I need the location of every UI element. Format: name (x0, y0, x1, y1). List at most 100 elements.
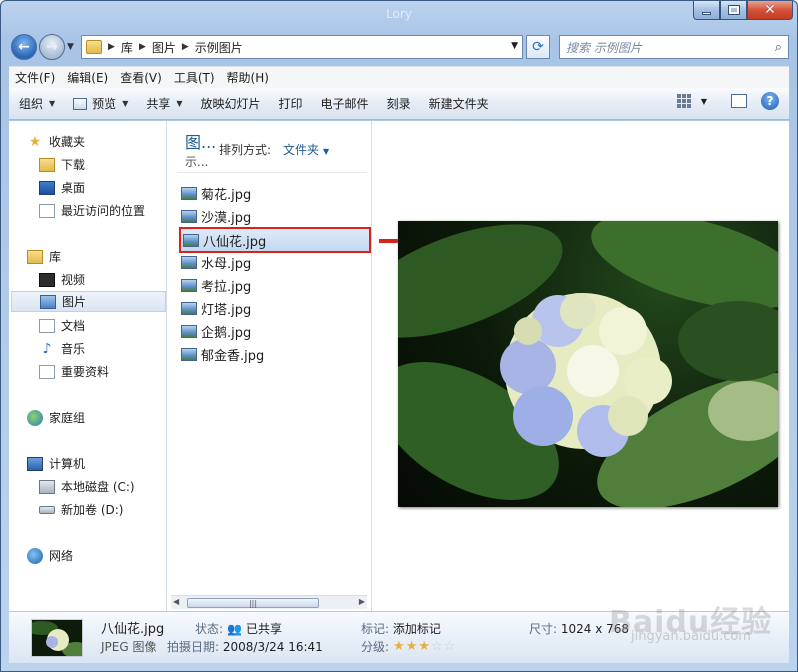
title-bar[interactable]: Lory ✕ (1, 1, 797, 27)
star-icon[interactable]: ☆ (444, 639, 457, 654)
homegroup-icon (27, 409, 43, 426)
minimize-button[interactable] (693, 1, 720, 20)
nav-music-label: 音乐 (61, 342, 86, 356)
nav-pictures[interactable]: 图片 (11, 291, 166, 312)
image-file-icon (181, 187, 197, 200)
file-item[interactable]: 企鹅.jpg (181, 321, 369, 342)
breadcrumb-pictures[interactable]: 图片 (152, 39, 176, 56)
print-button[interactable]: 打印 (270, 92, 312, 116)
breadcrumb-libraries[interactable]: 库 (121, 39, 133, 56)
file-name: 企鹅.jpg (201, 326, 252, 341)
image-file-icon (181, 256, 197, 269)
menu-bar: 文件(F) 编辑(E) 查看(V) 工具(T) 帮助(H) (9, 66, 789, 88)
help-icon[interactable]: ? (761, 92, 779, 110)
email-button[interactable]: 电子邮件 (312, 92, 378, 116)
nav-important-label: 重要资料 (61, 365, 110, 379)
documents-library-icon (39, 318, 55, 333)
file-item[interactable]: 灯塔.jpg (181, 298, 369, 319)
computer-icon (27, 456, 43, 471)
hard-drive-icon (39, 479, 55, 494)
nav-homegroup[interactable]: 家庭组 (27, 407, 184, 428)
breadcrumb-sample-pictures[interactable]: 示例图片 (195, 39, 243, 56)
star-icon: ★ (28, 133, 42, 150)
menu-help[interactable]: 帮助(H) (221, 69, 275, 86)
nav-local-disk-label: 本地磁盘 (C:) (61, 480, 135, 494)
change-view-icon[interactable] (676, 94, 693, 108)
recent-pages-dropdown[interactable]: ▼ (67, 42, 74, 52)
nav-recent-label: 最近访问的位置 (61, 204, 146, 218)
recent-places-icon (39, 203, 55, 218)
refresh-button[interactable]: ⟳ (526, 35, 550, 59)
scrollbar-thumb[interactable]: ||| (187, 598, 319, 608)
command-bar-right: ▼ ? (676, 92, 779, 110)
nav-videos-label: 视频 (61, 273, 86, 287)
address-dropdown-icon[interactable]: ▼ (511, 41, 518, 51)
slideshow-button[interactable]: 放映幻灯片 (192, 92, 270, 116)
new-folder-button[interactable]: 新建文件夹 (420, 92, 498, 116)
file-name: 水母.jpg (201, 257, 252, 272)
nav-downloads-label: 下载 (61, 158, 86, 172)
menu-edit[interactable]: 编辑(E) (61, 69, 114, 86)
file-item[interactable]: 水母.jpg (181, 252, 369, 273)
star-icon[interactable]: ☆ (431, 639, 444, 654)
view-options-dropdown-icon[interactable]: ▼ (701, 97, 707, 106)
star-icon[interactable]: ★ (418, 639, 431, 654)
file-item[interactable]: 考拉.jpg (181, 275, 369, 296)
file-item-selected[interactable]: 八仙花.jpg (179, 227, 371, 253)
file-list-pane: 图... 示... 排列方式: 文件夹 ▼ 菊花.jpg 沙漠.jpg 八仙花.j… (167, 121, 372, 611)
image-file-icon (183, 233, 199, 247)
breadcrumb-separator-icon[interactable]: ▶ (182, 42, 189, 52)
details-filetype: JPEG 图像 (101, 640, 157, 654)
date-taken-value[interactable]: 2008/3/24 16:41 (223, 640, 323, 654)
details-tags: 标记: 添加标记 (361, 620, 441, 637)
explorer-window: Lory ✕ ← → ▼ ▶ 库 ▶ 图片 ▶ 示例图片 ▼ ⟳ 搜索 示例图片… (0, 0, 798, 672)
star-icon[interactable]: ★ (406, 639, 419, 654)
search-box[interactable]: 搜索 示例图片 ⌕ (559, 35, 789, 59)
selected-file-thumbnail (31, 619, 83, 657)
scroll-right-icon[interactable]: ▶ (359, 597, 365, 606)
star-icon[interactable]: ★ (393, 639, 406, 654)
nav-network-label: 网络 (49, 549, 74, 563)
breadcrumb-separator-icon[interactable]: ▶ (108, 42, 115, 52)
nav-desktop-label: 桌面 (61, 181, 86, 195)
horizontal-scrollbar[interactable]: ◀ ||| ▶ (171, 595, 367, 609)
arrange-by-value: 文件夹 (283, 143, 320, 157)
arrange-by-label: 排列方式: (219, 143, 272, 157)
chevron-down-icon: ▼ (49, 99, 56, 108)
maximize-button[interactable] (720, 1, 747, 20)
preview-pane-toggle-icon[interactable] (731, 94, 747, 108)
hydrangea-photo (398, 221, 778, 507)
close-button[interactable]: ✕ (747, 1, 793, 20)
nav-libraries[interactable]: 库 (27, 246, 184, 267)
image-file-icon (181, 348, 197, 361)
file-item[interactable]: 菊花.jpg (181, 183, 369, 204)
scroll-left-icon[interactable]: ◀ (173, 597, 179, 606)
library-subtitle[interactable]: 示... (185, 153, 208, 170)
menu-tools[interactable]: 工具(T) (168, 69, 221, 86)
nav-documents-label: 文档 (61, 319, 86, 333)
organize-button[interactable]: 组织 ▼ (9, 92, 64, 116)
forward-button[interactable]: → (39, 34, 65, 60)
preview-button[interactable]: 预览 ▼ (64, 92, 137, 116)
add-tag-field[interactable]: 添加标记 (393, 622, 441, 636)
address-bar[interactable]: ▶ 库 ▶ 图片 ▶ 示例图片 ▼ (81, 35, 523, 59)
back-button[interactable]: ← (11, 34, 37, 60)
menu-file[interactable]: 文件(F) (9, 69, 61, 86)
nav-favorites[interactable]: ★ 收藏夹 (27, 131, 184, 152)
file-item[interactable]: 郁金香.jpg (181, 344, 369, 365)
search-icon[interactable]: ⌕ (775, 40, 782, 55)
breadcrumb-separator-icon[interactable]: ▶ (139, 42, 146, 52)
nav-network[interactable]: 网络 (27, 545, 184, 566)
menu-view[interactable]: 查看(V) (114, 69, 168, 86)
file-item[interactable]: 沙漠.jpg (181, 206, 369, 227)
arrange-by-dropdown[interactable]: 文件夹 ▼ (283, 141, 329, 158)
rating-stars[interactable]: ★★★☆☆ (393, 639, 456, 654)
nav-computer[interactable]: 计算机 (27, 453, 184, 474)
command-bar: 组织 ▼ 预览 ▼ 共享 ▼ 放映幻灯片 打印 电子邮件 刻录 新建文件夹 ▼ ? (9, 88, 789, 120)
share-button[interactable]: 共享 ▼ (137, 92, 191, 116)
search-input[interactable]: 搜索 示例图片 (566, 39, 775, 56)
print-label: 打印 (278, 97, 303, 111)
image-file-icon (181, 325, 197, 338)
burn-button[interactable]: 刻录 (378, 92, 420, 116)
music-note-icon: ♪ (42, 340, 52, 357)
